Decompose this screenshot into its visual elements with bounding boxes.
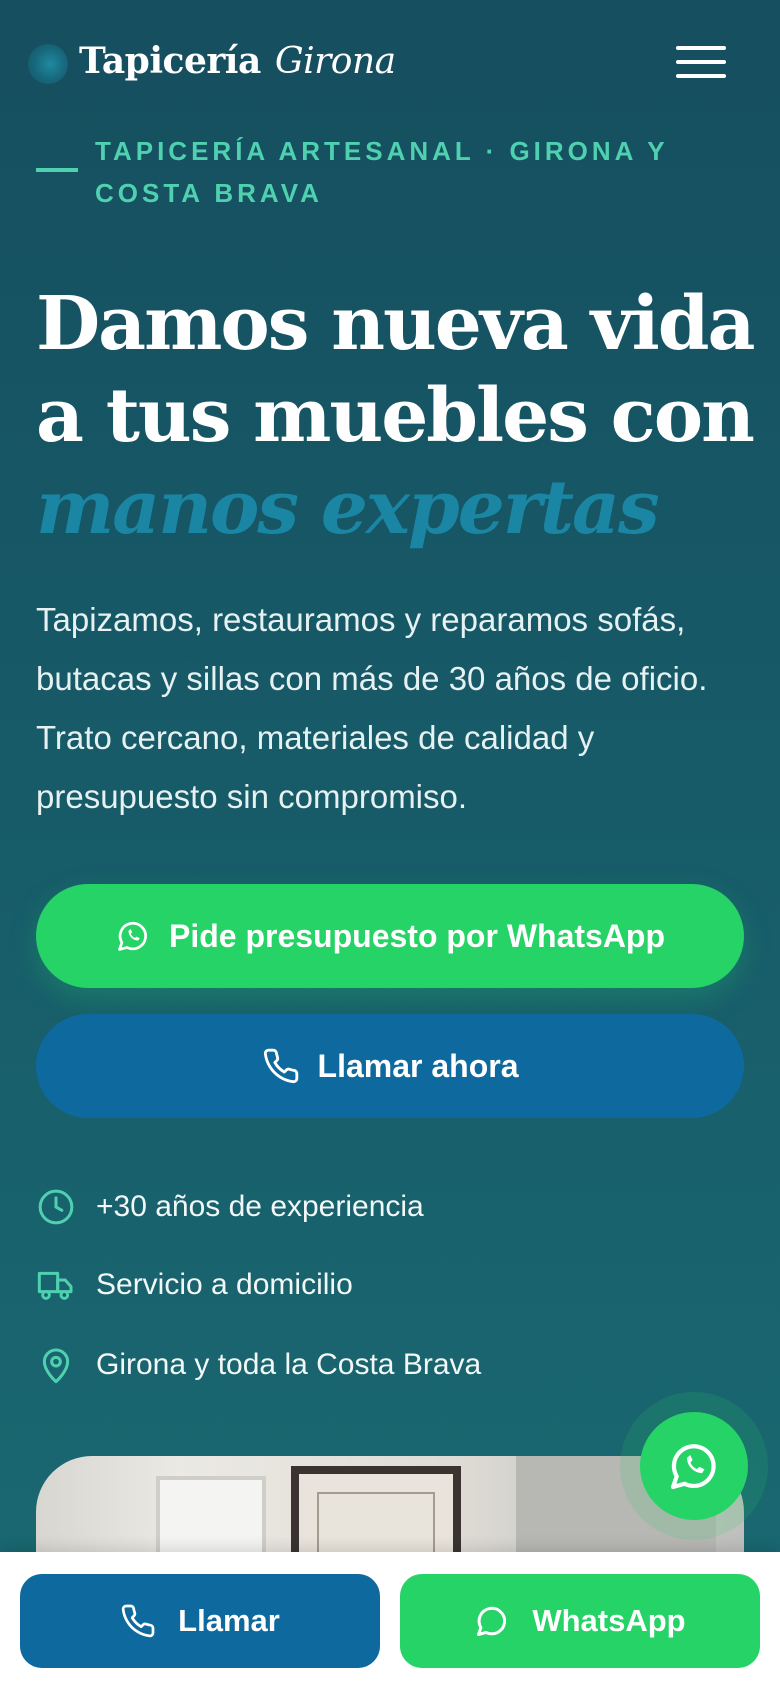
call-now-button[interactable]: Llamar ahora [36,1014,744,1118]
menu-line-icon [676,60,726,64]
hamburger-menu-button[interactable] [670,42,730,82]
site-header: Tapicería Girona [0,0,780,130]
phone-icon [121,1604,155,1638]
feature-label: Servicio a domicilio [96,1268,353,1301]
hero-headline-text: Damos nueva vida a tus muebles con [36,281,755,459]
map-pin-icon [42,1348,70,1384]
whatsapp-icon [670,1444,716,1490]
brand-name-accent: Girona [274,41,396,82]
whatsapp-icon [118,921,147,951]
truck-icon [37,1271,73,1300]
feature-coverage-area: Girona y toda la Costa Brava [36,1343,481,1387]
chat-bubble-icon [477,1606,507,1636]
sticky-bottom-bar: Llamar WhatsApp [0,1552,780,1688]
hero-headline-accent: manos expertas [36,465,660,551]
hero-lead: Tapizamos, restauramos y reparamos sofás… [36,601,708,815]
phone-icon [263,1048,298,1084]
menu-line-icon [676,46,726,50]
bottom-call-button[interactable]: Llamar [20,1574,380,1668]
feature-home-service: Servicio a domicilio [36,1263,353,1307]
bottom-whatsapp-label: WhatsApp [532,1603,686,1638]
clock-icon [38,1189,74,1225]
feature-label: Girona y toda la Costa Brava [96,1348,482,1381]
whatsapp-quote-label: Pide presupuesto por WhatsApp [168,917,666,954]
bottom-whatsapp-button[interactable]: WhatsApp [400,1574,760,1668]
brand-logo[interactable]: Tapicería Girona [79,40,396,82]
eyebrow-text: TAPICERÍA ARTESANAL · GIRONA Y COSTA BRA… [95,136,669,208]
hero-headline: Damos nueva vida a tus muebles con manos… [36,278,766,554]
bottom-call-label: Llamar [178,1603,280,1638]
logo-mark [28,44,68,84]
feature-label: +30 años de experiencia [96,1190,424,1223]
whatsapp-quote-button[interactable]: Pide presupuesto por WhatsApp [36,884,744,988]
feature-experience: +30 años de experiencia [36,1185,424,1229]
call-now-label: Llamar ahora [317,1047,519,1084]
whatsapp-floating-button[interactable] [640,1412,748,1520]
brand-name: Tapicería [79,40,261,82]
eyebrow-divider [36,168,78,172]
menu-line-icon [676,74,726,78]
